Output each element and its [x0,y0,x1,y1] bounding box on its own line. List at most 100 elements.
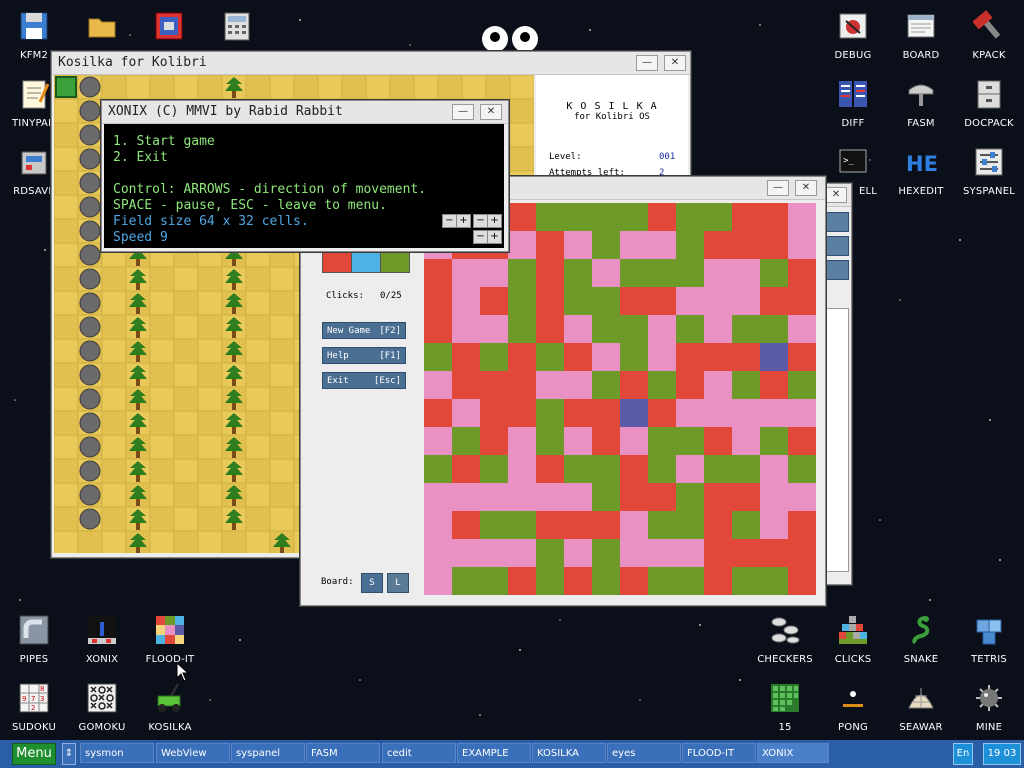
side-button[interactable] [825,260,849,280]
taskbar-item-example[interactable]: EXAMPLE [457,743,531,763]
desktop-icon-flood-it[interactable]: FLOOD-IT [136,614,204,665]
left-eye [482,26,508,52]
flood-cell [704,371,733,400]
taskbar-item-flood-it[interactable]: FLOOD-IT [682,743,756,763]
minimize-button[interactable]: — [636,55,658,71]
xonix-window[interactable]: XONIX (C) MMVI by Rabid Rabbit — ✕ 1. St… [101,100,509,252]
rock-icon [79,220,101,242]
desktop-icon-fasm[interactable]: FASM [887,78,955,129]
flood-cell [592,455,621,484]
desktop-icon-kpack[interactable]: KPACK [955,10,1023,61]
flood-cell [480,567,509,595]
taskbar-item-kosilka[interactable]: KOSILKA [532,743,606,763]
desktop-icon-clicks[interactable]: CLICKS [819,614,887,665]
desktop-icon-mine[interactable]: MINE [955,682,1023,733]
desktop-icon-gomoku[interactable]: GOMOKU [68,682,136,733]
side-button[interactable] [825,236,849,256]
taskbar-item-syspanel[interactable]: syspanel [231,743,305,763]
desktop-icon-pong[interactable]: PONG [819,682,887,733]
grass-tile [54,146,79,172]
speed-text: Speed 9 [113,230,168,245]
folder-icon[interactable] [86,10,118,42]
minimize-button[interactable]: — [767,180,789,196]
grass-tile [509,146,534,172]
flood-cell [564,455,593,484]
menu-button[interactable]: Menu [12,743,56,765]
desktop-icon-diff[interactable]: DIFF [819,78,887,129]
color-button-green[interactable] [380,252,410,273]
desktop-icon-snake[interactable]: SNAKE [887,614,955,665]
menu-start-game[interactable]: 1. Start game [113,134,215,149]
field-size-decrease-button-2[interactable]: − [473,214,488,228]
color-button-red[interactable] [322,252,352,273]
close-button[interactable]: ✕ [795,180,817,196]
flood-cell [536,203,565,232]
color-button-blue[interactable] [351,252,381,273]
flood-cell [648,399,677,428]
grass-tile [269,410,295,436]
desktop-icon-sudoku[interactable]: 89732 SUDOKU [0,682,68,733]
taskbar-item-webview[interactable]: WebView [156,743,230,763]
desktop-icon-board[interactable]: BOARD [887,10,955,61]
language-indicator[interactable]: En [953,743,973,765]
flood-cell [508,511,537,540]
taskbar-item-xonix[interactable]: XONIX [757,743,829,763]
close-button[interactable]: ✕ [664,55,686,71]
rock-icon [79,196,101,218]
grass-tile [269,386,295,412]
calculator-icon[interactable] [221,10,253,42]
side-button[interactable] [825,212,849,232]
help-button[interactable]: Help [F1] [322,347,406,364]
flood-cell [760,567,789,595]
exit-button[interactable]: Exit [Esc] [322,372,406,389]
text-area[interactable] [825,308,849,572]
new-game-button[interactable]: New Game [F2] [322,322,406,339]
debug-icon [837,10,869,42]
taskbar-item-eyes[interactable]: eyes [607,743,681,763]
switch-layout-icon[interactable]: ⇕ [62,743,76,765]
desktop-icon-seawar[interactable]: SEAWAR [887,682,955,733]
desktop-icon-debug[interactable]: DEBUG [819,10,887,61]
flood-board[interactable] [424,203,816,595]
desktop-icon-hexedit[interactable]: HE HEXEDIT [887,146,955,197]
desktop-icon-xonix[interactable]: XONIX [68,614,136,665]
flood-cell [676,455,705,484]
eyes-widget[interactable] [480,24,542,52]
menu-exit[interactable]: 2. Exit [113,150,168,165]
field-size-decrease-button[interactable]: − [442,214,457,228]
desktop-icon-docpack[interactable]: DOCPACK [955,78,1023,129]
speed-increase-button[interactable]: + [487,230,502,244]
grass-tile [77,530,103,553]
grass-tile [269,338,295,364]
grass-tile [149,338,175,364]
close-button[interactable]: ✕ [480,104,502,120]
disk-image-icon[interactable] [153,10,185,42]
taskbar-item-cedit[interactable]: cedit [382,743,456,763]
flood-cell [480,343,509,372]
taskbar-item-fasm[interactable]: FASM [306,743,380,763]
diff-icon [837,78,869,110]
desktop-icon-kosilka[interactable]: KOSILKA [136,682,204,733]
taskbar-item-sysmon[interactable]: sysmon [80,743,154,763]
desktop-icon-checkers[interactable]: CHECKERS [751,614,819,665]
desktop-icon-tetris[interactable]: TETRIS [955,614,1023,665]
flood-cell [704,539,733,568]
close-button[interactable]: ✕ [825,187,847,203]
board-size-small-button[interactable]: S [361,573,383,593]
speed-decrease-button[interactable]: − [473,230,488,244]
grass-tile [54,242,79,268]
board-size-large-button[interactable]: L [387,573,409,593]
xonix-screen[interactable]: 1. Start game 2. Exit Control: ARROWS - … [104,124,504,248]
field-size-increase-button-2[interactable]: + [487,214,502,228]
kosilka-titlebar[interactable]: Kosilka for Kolibri — ✕ [52,52,690,75]
desktop-icon-pipes[interactable]: PIPES [0,614,68,665]
flood-cell [648,539,677,568]
desktop-icon-syspanel[interactable]: SYSPANEL [955,146,1023,197]
flood-cell [592,315,621,344]
desktop-icon-15[interactable]: 15 [751,682,819,733]
minimize-button[interactable]: — [452,104,474,120]
xonix-titlebar[interactable]: XONIX (C) MMVI by Rabid Rabbit — ✕ [102,101,508,124]
flood-cell [704,315,733,344]
field-size-increase-button[interactable]: + [456,214,471,228]
pong-icon [837,682,869,714]
